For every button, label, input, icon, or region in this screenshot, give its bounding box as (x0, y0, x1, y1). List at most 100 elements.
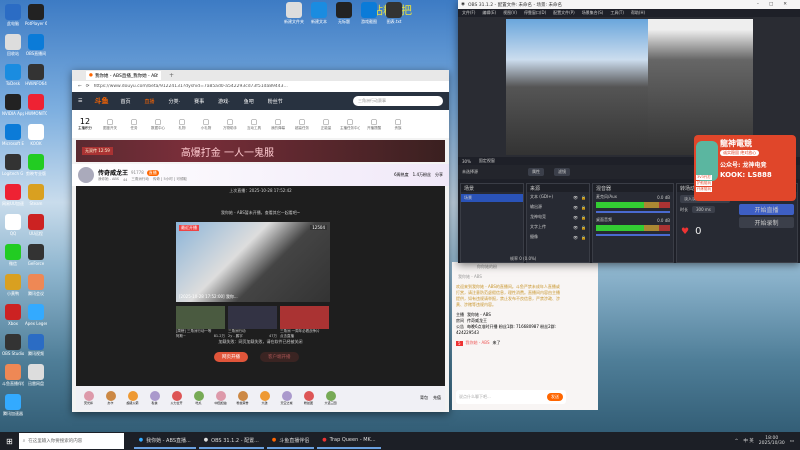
start-icon[interactable]: ⊞ (0, 437, 19, 446)
notification-icon[interactable]: ▭ (790, 439, 794, 444)
web-live-button[interactable]: 网页开播 (214, 352, 248, 362)
start-recording-button[interactable]: 开始录制 (739, 217, 794, 228)
source-item[interactable]: 龙神电竞 👁 🔒 (527, 212, 589, 222)
desktop-icon[interactable]: Xbox (2, 304, 24, 326)
tool-item[interactable]: ▢ 贵族 (388, 118, 408, 131)
desktop-icon[interactable]: Steam (25, 184, 47, 206)
filters-button[interactable]: 滤镜 (554, 168, 570, 176)
back-icon[interactable]: ← (78, 84, 82, 89)
reload-icon[interactable]: ⟳ (86, 84, 90, 89)
start-streaming-button[interactable]: 开始直播 (739, 204, 794, 215)
tag[interactable]: 三角洲行动 (131, 177, 149, 182)
tool-item[interactable]: ▢ 礼物 (172, 118, 192, 131)
lock-icon[interactable]: 🔒 (581, 235, 586, 240)
share-button[interactable]: 分享 (435, 172, 443, 178)
gift-item[interactable]: 超级火箭 (124, 391, 141, 405)
tool-item[interactable]: ▢ 任务 (124, 118, 144, 131)
url-bar[interactable]: https://www.douyu.com/beta/91224131?dysh… (94, 84, 394, 89)
nav-item[interactable]: 直播 (145, 98, 155, 105)
desktop-icon[interactable]: 腾讯会议 (25, 274, 47, 297)
desktop-icon[interactable]: UU远程 (25, 214, 47, 237)
visibility-eye-icon[interactable]: 👁 (573, 235, 578, 240)
desktop-icon[interactable]: 新建文本 (308, 2, 330, 25)
desktop-icon[interactable]: 此电脑 (2, 4, 24, 27)
source-item[interactable]: 输出源 👁 🔒 (527, 202, 589, 212)
gift-item[interactable]: 粉丝团 (300, 391, 317, 405)
gift-item[interactable]: 火力全开 (168, 391, 185, 405)
visibility-eye-icon[interactable]: 👁 (573, 215, 578, 220)
tool-item[interactable]: ▢ 我的弹幕 (268, 118, 288, 131)
tool-item[interactable]: ▢ 正能量 (316, 118, 336, 131)
scene-item[interactable]: 场景 (461, 194, 523, 202)
volume-slider[interactable] (596, 211, 670, 213)
nav-item[interactable]: 分类· (169, 98, 181, 105)
desktop-icon[interactable]: Microsoft Edge (2, 124, 24, 146)
visibility-eye-icon[interactable]: 👁 (573, 225, 578, 230)
tool-item[interactable]: ▢ 互动工具 (244, 118, 264, 131)
tool-item[interactable]: ▢ 开播提醒 (364, 118, 384, 131)
douyu-logo[interactable]: 斗鱼 (94, 96, 108, 106)
properties-button[interactable]: 属性 (528, 168, 544, 176)
desktop-icon[interactable]: 回收站 (2, 34, 24, 57)
duration-input[interactable]: 300 ms (692, 206, 715, 213)
gift-item[interactable]: 吃瓜 (190, 391, 207, 405)
desktop-icon[interactable]: 无标题 (333, 2, 355, 25)
joined-user[interactable]: 我你她 - ABS (466, 340, 490, 346)
nav-item[interactable]: 鱼吧 (244, 98, 254, 105)
gift-item[interactable]: 天空之城 (278, 391, 295, 405)
client-live-button[interactable]: 客户端开播 (260, 352, 299, 362)
tool-item[interactable]: ▢ 主播任务中心 (340, 118, 360, 131)
obs-menu-item[interactable]: 编辑(E) (482, 10, 496, 16)
backpack-button[interactable]: 背包 (420, 395, 428, 401)
input-language[interactable]: 中 英 (743, 438, 753, 444)
lock-icon[interactable]: 🔒 (581, 195, 586, 200)
clock-date[interactable]: 2025/10/30 (759, 441, 785, 446)
gift-item[interactable]: 中国加油 (212, 391, 229, 405)
chat-input[interactable]: 说点什么聊下吧... (459, 394, 491, 400)
desktop-icon[interactable]: 微信 (2, 244, 24, 267)
tool-item[interactable]: ▢ 数据中心 (148, 118, 168, 131)
category[interactable]: 我你她 - ABS (98, 177, 119, 182)
desktop-icon[interactable]: HWiNFO64 (25, 64, 47, 86)
desktop-icon[interactable]: 斗鱼直播伴侣 (2, 364, 24, 387)
desktop-icon[interactable]: 腾讯视频 (25, 334, 47, 357)
nav-item[interactable]: 赛事 (194, 98, 204, 105)
desktop-icon[interactable]: 剪映专业版 (25, 154, 47, 177)
gift-item[interactable]: 粉丝荣誉 (234, 391, 251, 405)
obs-menu-item[interactable]: 场景集合(S) (582, 10, 604, 16)
tool-item[interactable]: ▢ 图鉴开关 (100, 118, 120, 131)
lock-icon[interactable]: 🔒 (581, 215, 586, 220)
recommend-card[interactable]: 三角洲行动 2y - 鹏宇 47万 (228, 306, 277, 339)
desktop-icon[interactable]: 游戏截图 (358, 2, 380, 25)
lock-icon[interactable]: 🔒 (581, 225, 586, 230)
desktop-icon[interactable]: PotPlayer 64 bit (25, 4, 47, 26)
desktop-icon[interactable]: OBS Studio (2, 334, 24, 356)
desktop-icon[interactable]: GeForce (25, 244, 47, 266)
desktop-icon[interactable]: 新建文件夹 (283, 2, 305, 25)
desktop-icon[interactable]: OBS直播间 (25, 34, 47, 57)
tool-item[interactable]: ▢ 万物助手 (220, 118, 240, 131)
obs-menu-item[interactable]: 文件(F) (462, 10, 475, 16)
obs-menu-item[interactable]: 停靠窗口(D) (524, 10, 546, 16)
nav-item[interactable]: 粉丝节 (268, 98, 283, 105)
lock-icon[interactable]: 🔒 (581, 205, 586, 210)
menu-icon[interactable]: ☰ (78, 98, 82, 104)
desktop-icon[interactable]: 图表.txt (383, 2, 405, 25)
source-item[interactable]: 摄像 👁 🔒 (527, 232, 589, 242)
desktop-icon[interactable]: 迅雷网盘 (25, 364, 47, 387)
browser-tab[interactable]: ● 我你她 - ABS直播_我你她 - ABS (86, 71, 161, 80)
desktop-icon[interactable]: QQ (2, 214, 24, 236)
recommend-card[interactable]: 三角洲 一周年必看战争片 点击直播 (280, 306, 329, 339)
desktop-icon[interactable]: NVIDIA App (2, 94, 24, 116)
gift-item[interactable]: 大话三国 (322, 391, 339, 405)
volume-slider[interactable] (596, 234, 670, 236)
nav-item[interactable]: 首页 (120, 98, 130, 105)
avatar[interactable] (78, 167, 94, 183)
desktop-icon[interactable]: Logitech G HUB (2, 154, 24, 176)
send-button[interactable]: 发送 (547, 393, 563, 401)
desktop-icon[interactable]: Apex Legends (25, 304, 47, 326)
obs-menu-item[interactable]: 视图(V) (503, 10, 517, 16)
recent-live-preview[interactable]: 最近开播 12504 [2025-10-28 17:52:00] 我你... (176, 222, 330, 302)
recharge-button[interactable]: 充值 (433, 395, 441, 401)
obs-menu-item[interactable]: 配置文件(P) (553, 10, 575, 16)
